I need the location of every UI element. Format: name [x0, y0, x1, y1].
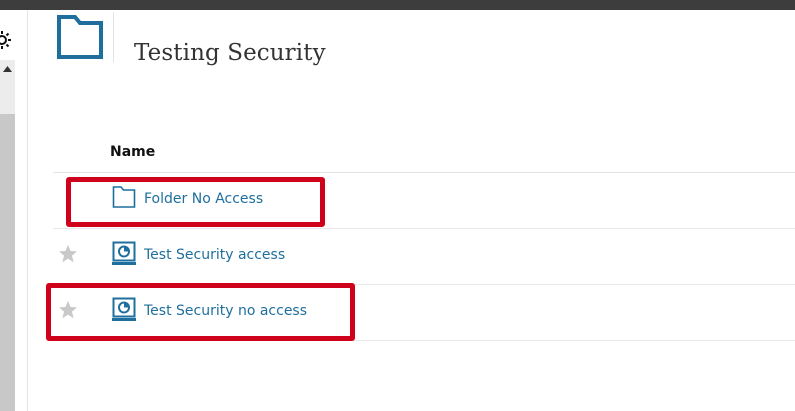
page-title: Testing Security: [134, 40, 326, 66]
table-header: Name: [53, 130, 795, 173]
row-link-test-security-access[interactable]: Test Security access: [144, 247, 285, 263]
top-bar: [0, 0, 795, 10]
highlight-box-test-security-no-access: [46, 283, 355, 341]
column-header-name[interactable]: Name: [110, 144, 155, 160]
left-rail: [0, 10, 28, 411]
dashboard-report-icon: [112, 241, 136, 265]
scrollbar-thumb[interactable]: [0, 114, 15, 411]
table-row: Test Security access: [53, 229, 795, 285]
folder-large-icon: [57, 15, 103, 59]
gear-icon[interactable]: [0, 28, 14, 52]
highlight-box-folder-no-access: [66, 177, 325, 227]
scroll-up-arrow-icon[interactable]: [0, 60, 15, 78]
star-icon[interactable]: [58, 244, 78, 264]
title-divider: [113, 12, 114, 62]
